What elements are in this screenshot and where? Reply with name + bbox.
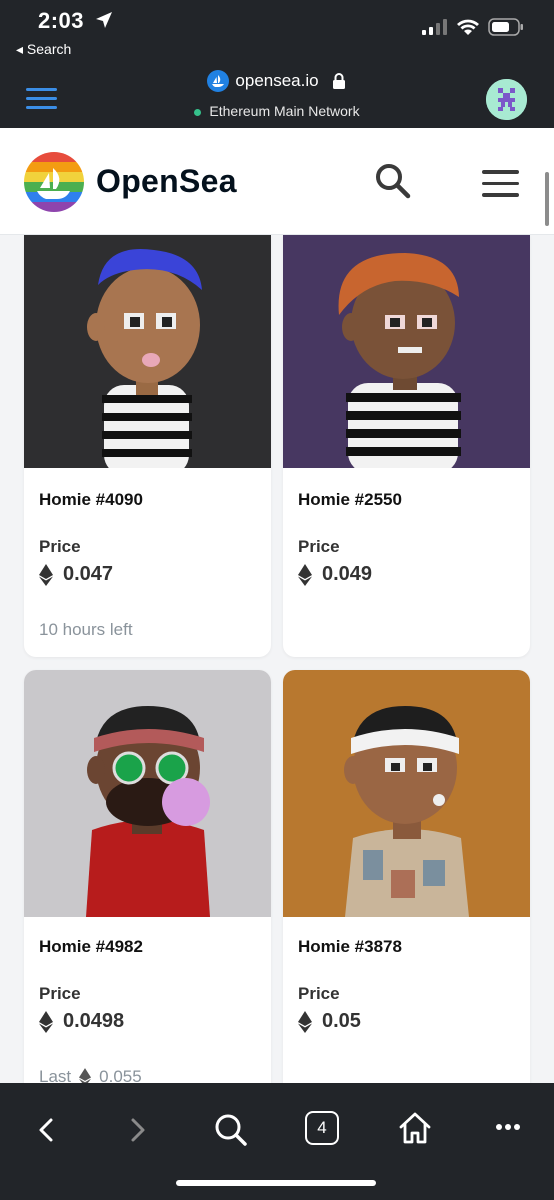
search-icon[interactable] <box>214 1113 248 1147</box>
forward-icon[interactable] <box>128 1117 148 1143</box>
price-label: Price <box>298 984 340 1003</box>
last-sale-value: 0.055 <box>99 1067 142 1083</box>
nft-image <box>283 235 530 468</box>
status-indicators <box>422 18 524 36</box>
price-value: 0.047 <box>39 563 113 586</box>
nft-image <box>24 235 271 468</box>
back-to-search-link[interactable]: ◂ Search <box>16 41 71 58</box>
status-time: 2:03 <box>38 8 85 33</box>
nft-image <box>24 670 271 917</box>
price-amount: 0.0498 <box>63 1010 125 1032</box>
address-bar[interactable]: opensea.io <box>207 70 346 92</box>
location-arrow-icon <box>96 12 112 28</box>
opensea-brand[interactable]: OpenSea <box>96 163 237 200</box>
wifi-icon <box>457 19 479 35</box>
price-amount: 0.049 <box>322 563 373 585</box>
nft-grid: Homie #4090 Price 0.047 10 hours left Ho… <box>0 235 554 1083</box>
eth-icon <box>298 1010 312 1033</box>
eth-icon <box>298 563 312 586</box>
site-menu-button[interactable] <box>482 170 519 205</box>
nft-name: Homie #2550 <box>298 490 402 509</box>
back-icon[interactable] <box>36 1117 56 1143</box>
opensea-header: OpenSea <box>0 128 554 235</box>
nft-image <box>283 670 530 917</box>
nft-name: Homie #4090 <box>39 490 143 509</box>
eth-icon <box>79 1067 92 1083</box>
tabs-button[interactable]: 4 <box>305 1111 339 1145</box>
time-left: 10 hours left <box>39 620 133 639</box>
opensea-logo-icon[interactable] <box>24 152 84 212</box>
more-icon[interactable] <box>495 1123 521 1131</box>
last-sale: Last 0.055 <box>39 1067 142 1083</box>
last-sale-label: Last <box>39 1067 72 1083</box>
nft-card[interactable]: Homie #4982 Price 0.0498 Last 0.055 <box>24 670 271 1083</box>
home-icon[interactable] <box>398 1111 432 1145</box>
price-label: Price <box>298 537 340 556</box>
network-status-dot <box>194 108 202 116</box>
identicon-icon <box>486 79 527 120</box>
tabs-count: 4 <box>317 1118 327 1137</box>
eth-icon <box>39 563 53 586</box>
network-name: Ethereum Main Network <box>209 103 360 119</box>
eth-icon <box>39 1010 53 1033</box>
search-icon[interactable] <box>374 162 412 200</box>
signal-icon <box>422 19 447 35</box>
price-amount: 0.05 <box>322 1010 361 1032</box>
price-label: Price <box>39 537 81 556</box>
price-label: Price <box>39 984 81 1003</box>
nft-name: Homie #3878 <box>298 937 402 956</box>
lock-icon <box>332 73 345 89</box>
wallet-browser-header: 2:03 ◂ Search opensea.io Ethereum Main N… <box>0 0 554 128</box>
nft-name: Homie #4982 <box>39 937 143 956</box>
battery-icon <box>488 18 523 36</box>
home-indicator <box>176 1180 376 1186</box>
nft-card[interactable]: Homie #2550 Price 0.049 <box>283 235 530 657</box>
account-avatar[interactable] <box>486 79 527 120</box>
url-text: opensea.io <box>235 71 319 90</box>
price-value: 0.0498 <box>39 1010 124 1033</box>
price-value: 0.049 <box>298 563 372 586</box>
nft-card[interactable]: Homie #4090 Price 0.047 10 hours left <box>24 235 271 657</box>
price-value: 0.05 <box>298 1010 361 1033</box>
opensea-favicon-icon <box>207 70 230 92</box>
nft-card[interactable]: Homie #3878 Price 0.05 <box>283 670 530 1083</box>
page-scrollbar[interactable] <box>545 172 549 226</box>
price-amount: 0.047 <box>63 563 114 585</box>
